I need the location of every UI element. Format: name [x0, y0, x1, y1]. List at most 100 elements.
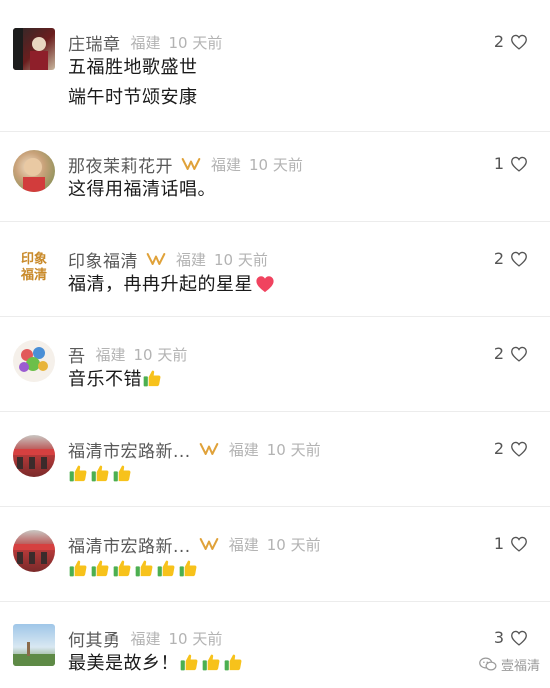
location: 福建: [130, 33, 161, 52]
avatar[interactable]: [13, 340, 55, 382]
timestamp: 10 天前: [133, 345, 188, 364]
timestamp: 10 天前: [266, 535, 321, 554]
like-count: 1: [493, 534, 504, 553]
comment-text-line: 音乐不错: [68, 369, 142, 390]
comment-item: 庄瑞章 福建 10 天前 五福胜地歌盛世 端午时节颂安康 2: [0, 28, 550, 132]
comment-item: 那夜茉莉花开 福建 10 天前 这得用福清话唱。 1: [0, 150, 550, 222]
thumbs-up-emoji: [112, 558, 132, 578]
like-count: 2: [493, 249, 504, 268]
comment-meta: 庄瑞章 福建 10 天前: [68, 30, 223, 55]
comment-meta: 那夜茉莉花开 福建 10 天前: [68, 152, 303, 177]
heart-outline-icon: [511, 346, 527, 362]
thumbs-up-emoji: [112, 463, 132, 483]
like-button[interactable]: 1: [494, 534, 528, 553]
avatar[interactable]: [13, 624, 55, 666]
location: 福建: [95, 345, 126, 364]
divider: [0, 506, 550, 507]
like-count: 3: [493, 628, 504, 647]
location: 福建: [211, 155, 242, 174]
avatar[interactable]: [13, 530, 55, 572]
avatar[interactable]: [13, 28, 55, 70]
location: 福建: [130, 629, 161, 648]
like-button[interactable]: 2: [494, 344, 528, 363]
comment-text: [68, 555, 200, 585]
heart-outline-icon: [511, 536, 527, 552]
like-count: 2: [493, 344, 504, 363]
divider: [0, 411, 550, 412]
comment-meta: 福清市宏路新... 福建 10 天前: [68, 532, 321, 557]
comment-list: 庄瑞章 福建 10 天前 五福胜地歌盛世 端午时节颂安康 2 那夜茉莉花开 福建…: [0, 0, 550, 688]
thumbs-up-emoji: [68, 463, 88, 483]
watermark-text: 壹福清: [500, 659, 540, 674]
location: 福建: [176, 250, 207, 269]
comment-text: 福清，冉冉升起的星星: [68, 270, 275, 300]
thumbs-up-emoji: [156, 558, 176, 578]
comment-text: 五福胜地歌盛世 端午时节颂安康: [68, 53, 198, 113]
avatar[interactable]: [13, 435, 55, 477]
username[interactable]: 福清市宏路新...: [68, 532, 191, 557]
like-count: 2: [493, 439, 504, 458]
timestamp: 10 天前: [214, 250, 268, 269]
comment-item: 福清市宏路新... 福建 10 天前 2: [0, 435, 550, 507]
username[interactable]: 印象福清: [68, 247, 138, 272]
username[interactable]: 何其勇: [68, 626, 121, 651]
avatar[interactable]: [13, 150, 55, 192]
comment-text: 音乐不错: [68, 365, 164, 395]
heart-outline-icon: [511, 630, 527, 646]
thumbs-up-emoji: [134, 558, 154, 578]
vip-badge-icon: [181, 158, 201, 170]
thumbs-up-emoji: [68, 558, 88, 578]
avatar[interactable]: 印象 福清: [13, 245, 55, 287]
thumbs-up-row: [68, 559, 200, 580]
like-button[interactable]: 2: [494, 249, 528, 268]
username[interactable]: 那夜茉莉花开: [68, 152, 173, 177]
svg-text:印象: 印象: [21, 251, 47, 267]
comment-text-line: 五福胜地歌盛世: [68, 57, 198, 78]
like-button[interactable]: 3: [494, 628, 528, 647]
comment-item: 福清市宏路新... 福建 10 天前 1: [0, 530, 550, 602]
username[interactable]: 吾: [68, 342, 86, 367]
comment-text: 这得用福清话唱。: [68, 175, 216, 205]
like-button[interactable]: 2: [494, 32, 528, 51]
thumbs-up-row: [179, 653, 245, 674]
comment-item: 印象 福清 印象福清 福建 10 天前 福清，冉冉升起的星星 2: [0, 245, 550, 317]
wechat-icon: [479, 657, 497, 671]
comment-item: 吾 福建 10 天前 音乐不错 2: [0, 340, 550, 412]
brand-logo: 印象 福清: [20, 251, 47, 283]
thumbs-up-emoji: [90, 463, 110, 483]
heart-outline-icon: [511, 156, 527, 172]
svg-text:福清: 福清: [20, 267, 47, 283]
heart-outline-icon: [511, 441, 527, 457]
comment-meta: 何其勇 福建 10 天前: [68, 626, 223, 651]
red-heart-emoji: [256, 276, 274, 293]
comment-text-line: 端午时节颂安康: [68, 87, 198, 108]
comment-text-line: 最美是故乡！: [68, 653, 179, 674]
thumbs-up-emoji: [179, 652, 199, 672]
like-count: 2: [493, 32, 504, 51]
comment-text: 最美是故乡！: [68, 649, 245, 679]
thumbs-up-emoji: [223, 652, 243, 672]
heart-outline-icon: [511, 251, 527, 267]
divider: [0, 131, 550, 132]
thumbs-up-emoji: [201, 652, 221, 672]
timestamp: 10 天前: [168, 629, 223, 648]
divider: [0, 316, 550, 317]
divider: [0, 601, 550, 602]
username[interactable]: 庄瑞章: [68, 30, 121, 55]
watermark: 壹福清: [479, 655, 540, 674]
comment-meta: 印象福清 福建 10 天前: [68, 247, 268, 272]
like-button[interactable]: 2: [494, 439, 528, 458]
vip-badge-icon: [146, 253, 166, 265]
location: 福建: [228, 535, 259, 554]
divider: [0, 221, 550, 222]
like-button[interactable]: 1: [494, 154, 528, 173]
timestamp: 10 天前: [168, 33, 223, 52]
username[interactable]: 福清市宏路新...: [68, 437, 191, 462]
vip-badge-icon: [199, 443, 219, 455]
comment-text-line: 这得用福清话唱。: [68, 179, 216, 200]
comment-item: 何其勇 福建 10 天前 最美是故乡！ 3: [0, 624, 550, 688]
comment-text: [68, 460, 134, 490]
thumbs-up-emoji: [178, 558, 198, 578]
timestamp: 10 天前: [266, 440, 321, 459]
vip-badge-icon: [199, 538, 219, 550]
